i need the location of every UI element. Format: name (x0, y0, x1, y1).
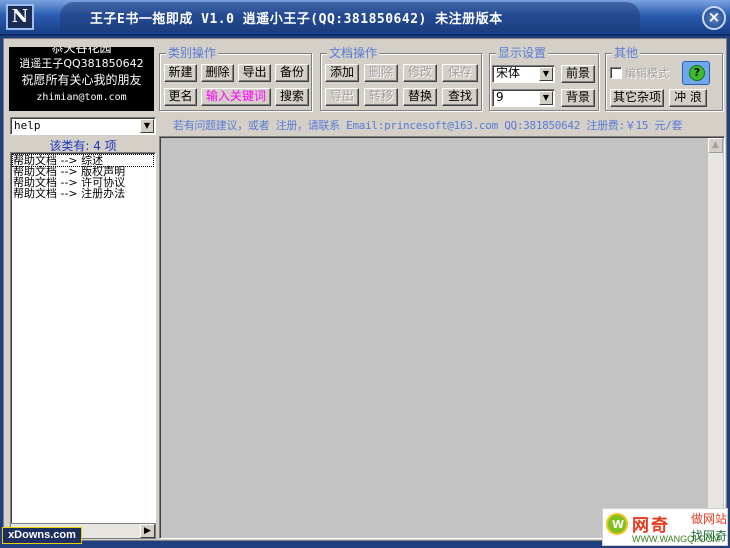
foreground-button[interactable]: 前景 (561, 65, 595, 83)
document-ops-group: 文档操作 添加 删除 修改 保存 导出 转移 替换 查找 (320, 46, 482, 111)
wangqi-name: 网奇 (632, 516, 670, 536)
doc-replace-button[interactable]: 替换 (403, 88, 437, 106)
document-list[interactable]: 帮助文档 --> 综述 帮助文档 --> 版权声明 帮助文档 --> 许可协议 … (10, 152, 156, 524)
doc-add-button[interactable]: 添加 (325, 64, 359, 82)
category-ops-group: 类别操作 新建 删除 导出 备份 更名 输入关键词 搜索 (159, 46, 312, 111)
document-ops-title: 文档操作 (327, 46, 380, 60)
font-size-select[interactable]: 9 ▼ (492, 89, 555, 107)
other-title: 其他 (612, 46, 641, 60)
edit-mode-label: 编辑模式 (625, 67, 669, 80)
display-settings-title: 显示设置 (496, 46, 549, 60)
xdowns-watermark: xDowns.com (2, 527, 82, 544)
doc-delete-button[interactable]: 删除 (364, 64, 398, 82)
font-size-value: 9 (496, 90, 504, 104)
banner-line-3: 祝愿所有关心我的朋友 (21, 73, 142, 87)
category-rename-button[interactable]: 更名 (164, 88, 197, 106)
search-button[interactable]: 搜索 (275, 88, 309, 106)
chevron-down-icon[interactable]: ▼ (539, 91, 553, 105)
background-button[interactable]: 背景 (561, 89, 595, 107)
main-body: 恭天谷花园 逍遥王子QQ381850642 祝愿所有关心我的朋友 zhimian… (3, 38, 727, 541)
wangqi-slogan-1: 做网站 (691, 512, 728, 526)
surf-button[interactable]: 冲 浪 (669, 89, 707, 107)
category-ops-title: 类别操作 (166, 46, 219, 60)
close-button[interactable]: × (702, 6, 726, 30)
document-editor[interactable]: ▲ (159, 136, 725, 539)
doc-find-button[interactable]: 查找 (442, 88, 478, 106)
banner-line-2: 逍遥王子QQ381850642 (19, 57, 144, 70)
category-select[interactable]: help ▼ (10, 117, 156, 135)
contact-notice: 若有问题建议，或者 注册，请联系 Email:princesoft@163.co… (173, 119, 683, 132)
wangqi-watermark: W 网奇 WWW.WANGQI.COM 做网站 找网奇 (602, 508, 728, 546)
vertical-scrollbar[interactable]: ▲ (707, 138, 723, 537)
doc-export-button[interactable]: 导出 (325, 88, 359, 106)
font-select[interactable]: 宋体 ▼ (492, 65, 555, 83)
wangqi-logo-icon: W (606, 513, 628, 535)
misc-button[interactable]: 其它杂项 (610, 89, 664, 107)
category-delete-button[interactable]: 删除 (201, 64, 234, 82)
banner-email: zhimian@tom.com (36, 92, 127, 103)
category-panel: help ▼ 该类有: 4 项 帮助文档 --> 综述 帮助文档 --> 版权声… (9, 117, 157, 539)
category-export-button[interactable]: 导出 (238, 64, 271, 82)
doc-modify-button[interactable]: 修改 (403, 64, 437, 82)
wangqi-slogan-2: 找网奇 (691, 529, 728, 543)
window-title: 王子E书一拖即成 V1.0 逍遥小王子(QQ:381850642) 未注册版本 (90, 12, 503, 27)
chevron-right-icon[interactable]: ▶ (140, 524, 155, 538)
chevron-up-icon[interactable]: ▲ (708, 138, 723, 153)
edit-mode-checkbox[interactable] (610, 67, 622, 79)
title-bar[interactable]: N 王子E书一拖即成 V1.0 逍遥小王子(QQ:381850642) 未注册版… (0, 0, 730, 36)
other-group: 其他 编辑模式 ? 其它杂项 冲 浪 (605, 46, 723, 111)
banner-line-1: 恭天谷花园 (51, 47, 112, 55)
help-button[interactable]: ? (682, 61, 710, 85)
app-window: N 王子E书一拖即成 V1.0 逍遥小王子(QQ:381850642) 未注册版… (0, 0, 730, 548)
chevron-down-icon[interactable]: ▼ (140, 119, 154, 133)
font-select-value: 宋体 (496, 66, 521, 80)
doc-convert-button[interactable]: 转移 (364, 88, 398, 106)
close-icon: × (707, 8, 721, 26)
app-logo-icon: N (6, 4, 34, 30)
chevron-down-icon[interactable]: ▼ (539, 67, 553, 81)
category-new-button[interactable]: 新建 (164, 64, 197, 82)
list-item[interactable]: 帮助文档 --> 注册办法 (13, 188, 153, 199)
doc-save-button[interactable]: 保存 (442, 64, 478, 82)
author-banner: 恭天谷花园 逍遥王子QQ381850642 祝愿所有关心我的朋友 zhimian… (9, 47, 154, 111)
keyword-input-button[interactable]: 输入关键词 (201, 88, 271, 106)
wangqi-slogan: 做网站 找网奇 (691, 511, 727, 545)
category-select-value: help (14, 119, 41, 132)
category-backup-button[interactable]: 备份 (275, 64, 309, 82)
help-icon: ? (689, 65, 705, 81)
display-settings-group: 显示设置 宋体 ▼ 前景 9 ▼ 背景 (489, 46, 599, 111)
